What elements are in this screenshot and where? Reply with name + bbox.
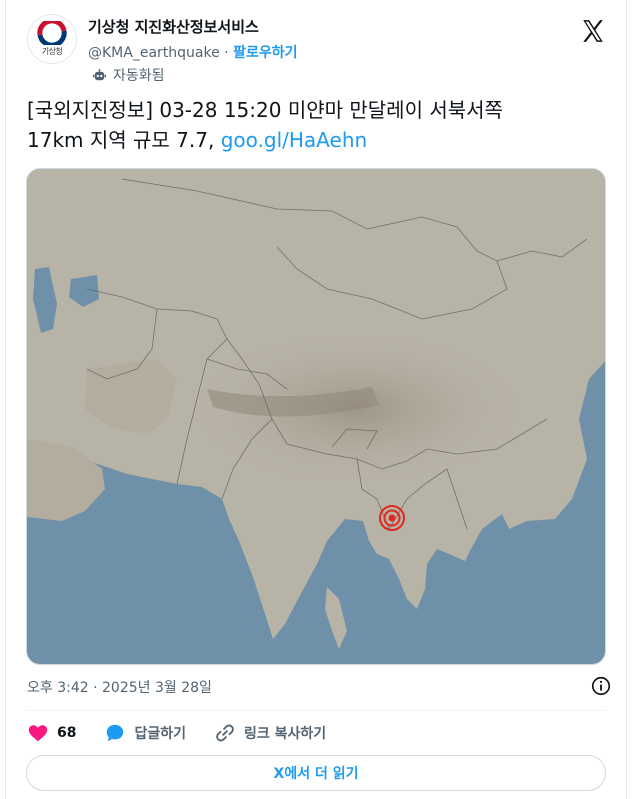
reply-label: 답글하기 — [134, 726, 187, 742]
map-terrain — [27, 169, 605, 664]
automated-label-row[interactable]: 자동화됨 — [92, 65, 165, 85]
tweet-text-line2-body: 17km 지역 규모 7.7, — [27, 128, 221, 152]
tweet-text: [국외지진정보] 03-28 15:20 미얀마 만달레이 서북서쪽 17km … — [27, 95, 607, 155]
like-button[interactable]: 68 — [27, 722, 76, 744]
logo-text: 기상청 — [41, 47, 63, 56]
copy-link-label: 링크 복사하기 — [244, 726, 327, 742]
tweet-link[interactable]: goo.gl/HaAehn — [221, 128, 367, 152]
reply-button[interactable]: 답글하기 — [104, 722, 186, 744]
epicenter-map-image[interactable] — [26, 168, 606, 665]
automated-label: 자동화됨 — [113, 68, 165, 84]
action-bar: 68 답글하기 링크 복사하기 — [27, 720, 354, 746]
account-name[interactable]: 기상청 지진화산정보서비스 — [88, 16, 259, 37]
heart-icon — [28, 725, 48, 742]
robot-icon — [92, 68, 107, 80]
follow-button[interactable]: 팔로우하기 — [233, 45, 297, 61]
tweet-text-line2: 17km 지역 규모 7.7, goo.gl/HaAehn — [27, 125, 607, 155]
x-logo-icon[interactable] — [580, 18, 606, 44]
like-count: 68 — [57, 725, 77, 741]
handle-row: @KMA_earthquake · 팔로우하기 — [88, 42, 297, 62]
tweet-text-line1: [국외지진정보] 03-28 15:20 미얀마 만달레이 서북서쪽 — [27, 98, 503, 122]
separator: · — [224, 45, 229, 61]
tweet-card: 기상청 기상청 지진화산정보서비스 @KMA_earthquake · 팔로우하… — [5, 0, 627, 799]
account-avatar[interactable]: 기상청 — [27, 14, 77, 64]
epicenter-marker — [379, 505, 405, 531]
speech-bubble-icon — [107, 724, 124, 742]
kma-logo-icon — [37, 21, 67, 45]
account-handle[interactable]: @KMA_earthquake — [88, 45, 220, 61]
link-icon — [216, 724, 234, 742]
read-more-button[interactable]: X에서 더 읽기 — [26, 755, 606, 791]
tweet-timestamp[interactable]: 오후 3:42 · 2025년 3월 28일 — [27, 677, 212, 697]
info-icon[interactable] — [590, 675, 612, 697]
copy-link-button[interactable]: 링크 복사하기 — [214, 722, 326, 744]
divider — [26, 710, 606, 711]
